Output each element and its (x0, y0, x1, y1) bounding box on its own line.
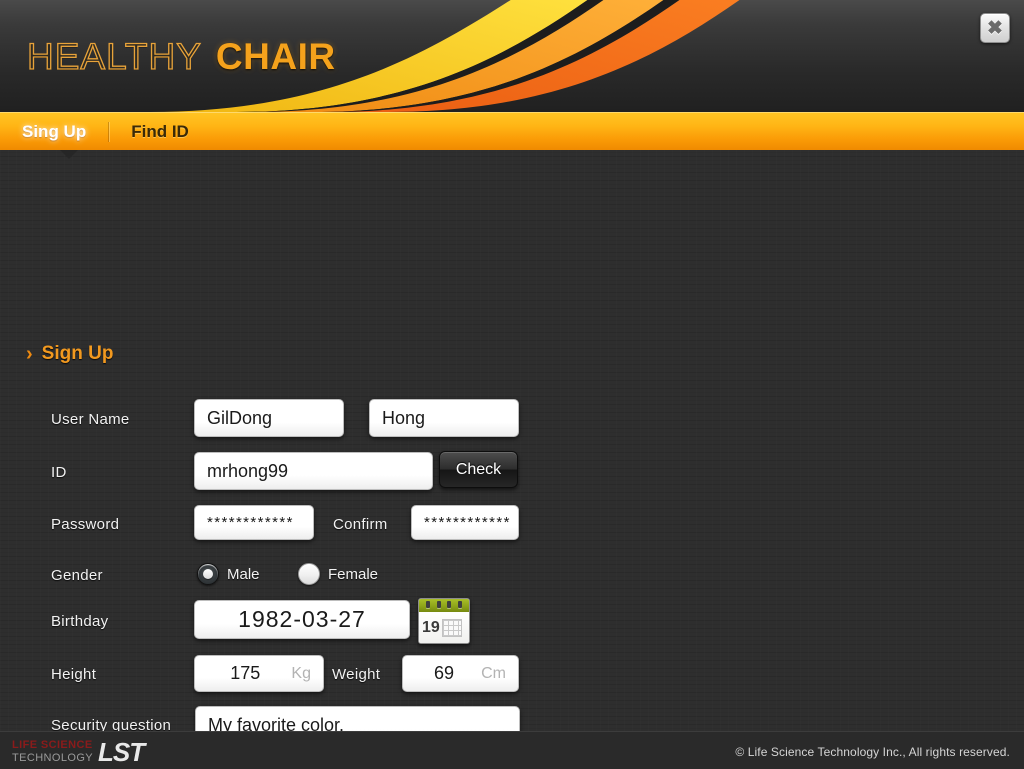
nav-tab-find-id[interactable]: Find ID (109, 113, 211, 151)
gender-option-male[interactable]: Male (197, 563, 260, 585)
calendar-icon-body: 19 (419, 612, 469, 643)
label-height: Height (51, 666, 97, 683)
company-logo-line1: LIFE SCIENCE (12, 738, 93, 751)
weight-value: 69 (434, 663, 455, 683)
page-title: › Sign Up (26, 343, 113, 365)
gender-option-male-label: Male (227, 565, 260, 583)
company-logo-line2: TECHNOLOGY (12, 751, 94, 764)
first-name-input[interactable]: GilDong (194, 399, 344, 437)
app-footer: LIFE SCIENCE TECHNOLOGY LST © Life Scien… (0, 731, 1024, 769)
calendar-day-number: 19 (422, 618, 440, 636)
id-input[interactable]: mrhong99 (194, 452, 433, 490)
main-navigation: Sing Up Find ID (0, 112, 1024, 159)
confirm-password-input[interactable]: ************ (411, 505, 519, 540)
nav-active-indicator (60, 150, 78, 159)
weight-input[interactable]: 69 Cm (402, 655, 519, 692)
calendar-icon-top (419, 599, 469, 612)
label-weight: Weight (332, 666, 381, 683)
nav-tab-find-id-label: Find ID (131, 121, 189, 141)
height-value: 175 (230, 663, 261, 683)
gender-option-female-label: Female (328, 565, 379, 583)
company-logo-text: LIFE SCIENCE TECHNOLOGY (12, 739, 93, 764)
gender-option-female[interactable]: Female (298, 563, 378, 585)
calendar-ring (436, 600, 441, 608)
label-id: ID (51, 464, 67, 481)
close-icon: ✖ (987, 17, 1003, 39)
calendar-ring (457, 600, 462, 608)
height-input[interactable]: 175 Kg (194, 655, 324, 692)
label-user-name: User Name (51, 411, 130, 428)
chevron-right-icon: › (26, 343, 33, 365)
logo-word-chair: CHAIR (215, 36, 336, 77)
label-birthday: Birthday (51, 613, 109, 630)
check-id-button[interactable]: Check (439, 451, 518, 488)
copyright-text: © Life Science Technology Inc., All righ… (735, 744, 1010, 759)
radio-female-icon[interactable] (298, 563, 320, 585)
app-logo: HEALTHY CHAIR (26, 36, 336, 77)
company-logo: LIFE SCIENCE TECHNOLOGY LST (12, 736, 145, 767)
radio-male-icon[interactable] (197, 563, 219, 585)
label-confirm-password: Confirm (333, 516, 388, 533)
label-password: Password (51, 516, 120, 533)
last-name-input[interactable]: Hong (369, 399, 519, 437)
logo-word-healthy: HEALTHY (26, 36, 202, 77)
app-header: HEALTHY CHAIR ✖ (0, 0, 1024, 112)
page-title-label: Sign Up (41, 343, 114, 364)
label-gender: Gender (51, 567, 103, 584)
signup-window: HEALTHY CHAIR ✖ Sing Up Find ID › Sign Up… (0, 0, 1024, 769)
calendar-icon[interactable]: 19 (418, 598, 470, 644)
weight-unit: Cm (481, 664, 506, 682)
nav-tab-sign-up-label: Sing Up (22, 121, 87, 141)
calendar-ring (426, 600, 431, 608)
company-logo-monogram: LST (98, 736, 145, 767)
nav-tab-sign-up[interactable]: Sing Up (0, 113, 108, 151)
birthday-input[interactable]: 1982-03-27 (194, 600, 410, 639)
calendar-grid (441, 618, 462, 637)
password-input[interactable]: ************ (194, 505, 314, 540)
signup-form: › Sign Up User Name GilDong Hong ID mrho… (0, 150, 1024, 769)
height-unit: Kg (291, 664, 311, 682)
close-button[interactable]: ✖ (980, 13, 1010, 43)
calendar-ring (447, 600, 452, 608)
